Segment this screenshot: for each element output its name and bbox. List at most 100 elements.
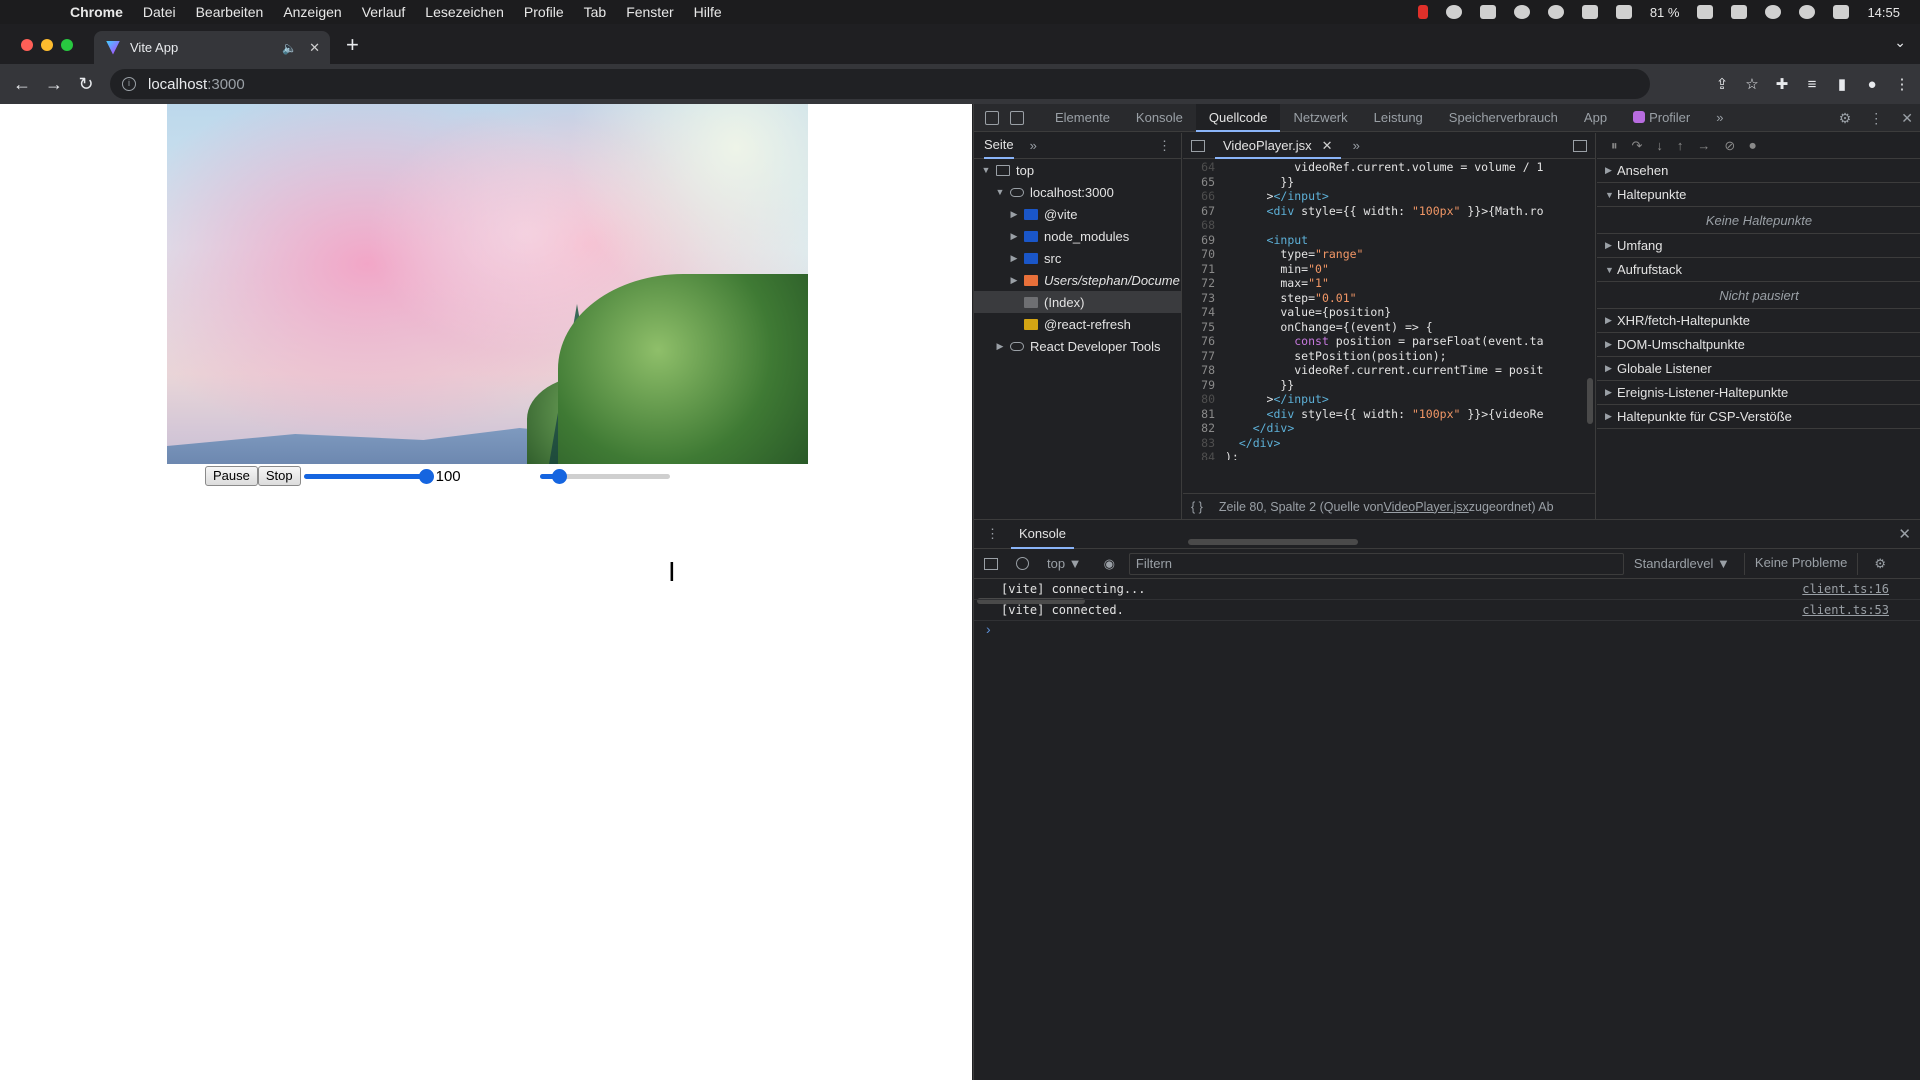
- code-line[interactable]: 84);: [1183, 450, 1596, 460]
- code-line[interactable]: 78 videoRef.current.currentTime = posit: [1183, 363, 1596, 378]
- console-source-link[interactable]: client.ts:16: [1802, 582, 1889, 596]
- media-queue-icon[interactable]: ≡: [1804, 76, 1820, 93]
- tab-app[interactable]: App: [1571, 104, 1620, 132]
- more-tabs-chevron-icon[interactable]: »: [1703, 104, 1736, 132]
- editor-file-tab[interactable]: VideoPlayer.jsx ✕: [1215, 132, 1341, 159]
- deactivate-breakpoints-icon[interactable]: ⊘: [1724, 138, 1735, 154]
- debugger-section-header[interactable]: ▶ Ansehen: [1597, 159, 1920, 183]
- tree-item[interactable]: ▶ Users/stephan/Docume: [974, 269, 1181, 291]
- back-icon[interactable]: ←: [6, 74, 38, 95]
- code-line[interactable]: 79 }}: [1183, 378, 1596, 393]
- code-line[interactable]: 76 const position = parseFloat(event.ta: [1183, 334, 1596, 349]
- menu-lesezeichen[interactable]: Lesezeichen: [425, 4, 504, 20]
- share-icon[interactable]: ⇪: [1714, 75, 1730, 93]
- address-bar[interactable]: i localhost:3000: [110, 69, 1650, 99]
- step-into-icon[interactable]: ↓: [1656, 138, 1663, 153]
- play-icon[interactable]: [1799, 5, 1816, 19]
- context-selector[interactable]: top ▼: [1047, 556, 1082, 571]
- debugger-section-header[interactable]: ▶ Umfang: [1597, 234, 1920, 258]
- line-number[interactable]: 77: [1183, 349, 1225, 364]
- editor-more-chevron-icon[interactable]: »: [1353, 138, 1360, 153]
- settings-gear-icon[interactable]: ⚙: [1839, 110, 1852, 127]
- code-line[interactable]: 64 videoRef.current.volume = volume / 1: [1183, 160, 1596, 175]
- collapsed-arrow-icon[interactable]: ▶: [1008, 275, 1020, 286]
- menu-tab[interactable]: Tab: [584, 4, 607, 20]
- debugger-section-header[interactable]: ▶ DOM-Umschaltpunkte: [1597, 333, 1920, 357]
- debugger-section-header[interactable]: ▼ Aufrufstack: [1597, 258, 1920, 282]
- code-line[interactable]: 74 value={position}: [1183, 305, 1596, 320]
- line-number[interactable]: 66: [1183, 189, 1225, 204]
- line-number[interactable]: 83: [1183, 436, 1225, 451]
- collapsed-arrow-icon[interactable]: ▶: [994, 341, 1006, 352]
- forward-icon[interactable]: →: [38, 74, 70, 95]
- code-line[interactable]: 71 min="0": [1183, 262, 1596, 277]
- navigator-more-chevron-icon[interactable]: »: [1030, 138, 1037, 153]
- menu-datei[interactable]: Datei: [143, 4, 176, 20]
- debugger-section-header[interactable]: ▶ Ereignis-Listener-Haltepunkte: [1597, 381, 1920, 405]
- line-number[interactable]: 84: [1183, 450, 1225, 460]
- debugger-section-header[interactable]: ▶ Haltepunkte für CSP-Verstöße: [1597, 405, 1920, 429]
- position-thumb[interactable]: [551, 469, 567, 484]
- toggle-debugger-icon[interactable]: [1573, 139, 1587, 152]
- line-number[interactable]: 78: [1183, 363, 1225, 378]
- pause-on-exceptions-icon[interactable]: ⏺: [1749, 138, 1756, 154]
- devtools-menu-icon[interactable]: ⋮: [1869, 110, 1883, 127]
- speaker-icon[interactable]: 🔈: [282, 41, 297, 55]
- log-level-select[interactable]: Standardlevel ▼: [1634, 556, 1734, 571]
- code-line[interactable]: 68: [1183, 218, 1596, 233]
- device-toolbar-icon[interactable]: [1010, 110, 1024, 125]
- line-number[interactable]: 74: [1183, 305, 1225, 320]
- battery-icon[interactable]: [1697, 5, 1714, 19]
- tree-item[interactable]: @react-refresh: [974, 313, 1181, 335]
- pause-button[interactable]: Pause: [205, 466, 258, 486]
- line-number[interactable]: 80: [1183, 392, 1225, 407]
- console-settings-gear-icon[interactable]: ⚙: [1874, 556, 1886, 572]
- tab-speicherverbrauch[interactable]: Speicherverbrauch: [1436, 104, 1571, 132]
- tab-konsole[interactable]: Konsole: [1123, 104, 1196, 132]
- browser-tab[interactable]: Vite App 🔈 ✕: [94, 31, 330, 64]
- new-tab-button[interactable]: +: [346, 32, 359, 58]
- line-number[interactable]: 64: [1183, 160, 1225, 175]
- pretty-print-icon[interactable]: { }: [1191, 500, 1203, 514]
- collapsed-arrow-icon[interactable]: ▶: [1008, 231, 1020, 242]
- tab-search-chevron-icon[interactable]: ⌄: [1894, 34, 1906, 51]
- sync-icon[interactable]: [1445, 5, 1462, 19]
- code-line[interactable]: 69 <input: [1183, 233, 1596, 248]
- minimize-window-button[interactable]: [41, 39, 53, 51]
- close-tab-icon[interactable]: ✕: [309, 40, 320, 56]
- console-filter-input[interactable]: Filtern: [1128, 552, 1624, 575]
- live-expression-eye-icon[interactable]: ◉: [1104, 556, 1115, 572]
- clock[interactable]: 14:55: [1867, 5, 1900, 20]
- reload-icon[interactable]: ↻: [70, 74, 102, 95]
- site-info-icon[interactable]: i: [122, 77, 136, 91]
- tab-console-drawer[interactable]: Konsole: [1011, 520, 1074, 549]
- code-line[interactable]: 67 <div style={{ width: "100px" }}>{Math…: [1183, 204, 1596, 219]
- console-sidebar-icon[interactable]: [984, 557, 998, 570]
- tree-item[interactable]: ▼ localhost:3000: [974, 181, 1181, 203]
- tab-quellcode[interactable]: Quellcode: [1195, 103, 1281, 132]
- control-center-icon[interactable]: [1833, 5, 1850, 19]
- code-line[interactable]: 70 type="range": [1183, 247, 1596, 262]
- extensions-puzzle-icon[interactable]: ✚: [1774, 75, 1790, 93]
- source-map-link[interactable]: VideoPlayer.jsx: [1384, 500, 1469, 514]
- menu-anzeigen[interactable]: Anzeigen: [283, 4, 341, 20]
- line-number[interactable]: 73: [1183, 291, 1225, 306]
- profile-icon[interactable]: ●: [1864, 76, 1880, 93]
- wifi-off-icon[interactable]: [1765, 5, 1782, 19]
- tree-item[interactable]: ▶ React Developer Tools: [974, 335, 1181, 357]
- bookmark-star-icon[interactable]: ☆: [1744, 75, 1760, 93]
- debugger-section-header[interactable]: ▼ Haltepunkte: [1597, 183, 1920, 207]
- navigator-menu-icon[interactable]: ⋮: [1158, 138, 1171, 154]
- tab-profiler[interactable]: Profiler: [1620, 104, 1703, 132]
- close-file-icon[interactable]: ✕: [1322, 138, 1333, 153]
- collapsed-arrow-icon[interactable]: ▶: [1008, 253, 1020, 264]
- code-line[interactable]: 75 onChange={(event) => {: [1183, 320, 1596, 335]
- code-line[interactable]: 73 step="0.01": [1183, 291, 1596, 306]
- tab-netzwerk[interactable]: Netzwerk: [1280, 104, 1360, 132]
- code-line[interactable]: 81 <div style={{ width: "100px" }}>{vide…: [1183, 407, 1596, 422]
- dropbox-icon[interactable]: [1479, 5, 1496, 19]
- moon-icon[interactable]: [1513, 5, 1530, 19]
- tree-item[interactable]: ▶ node_modules: [974, 225, 1181, 247]
- issues-button[interactable]: Keine Probleme: [1743, 552, 1859, 575]
- line-number[interactable]: 82: [1183, 421, 1225, 436]
